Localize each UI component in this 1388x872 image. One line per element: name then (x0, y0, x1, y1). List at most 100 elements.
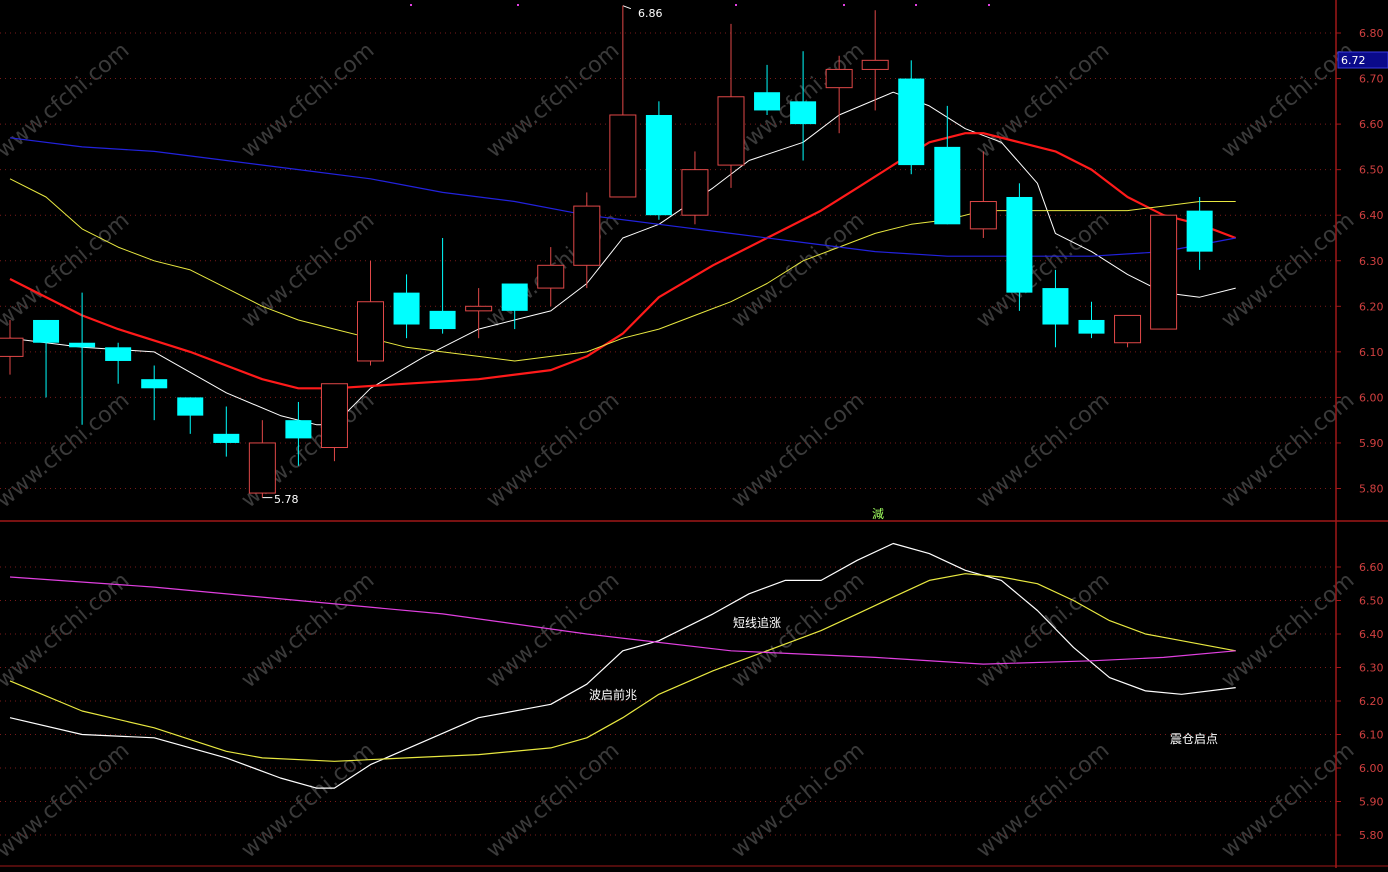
watermark-text: www.cfchi.com (727, 208, 869, 333)
top-marker-dot (517, 4, 519, 6)
main-tick-label: 6.60 (1359, 118, 1384, 131)
candle-up (248, 420, 276, 498)
watermark-text: www.cfchi.com (482, 738, 624, 863)
main-tick-label: 6.50 (1359, 164, 1384, 177)
candle-down (429, 237, 456, 334)
chart-window: www.cfchi.com www.cfchi.com www.cfchi.com w… (0, 0, 1388, 868)
sub-tick-label: 6.00 (1359, 762, 1384, 775)
candle-body (1006, 196, 1033, 293)
main-tick-label: 5.90 (1359, 437, 1384, 450)
watermark-text: www.cfchi.com (972, 38, 1114, 163)
candle-down (105, 342, 132, 384)
watermark-text: www.cfchi.com (1217, 388, 1359, 513)
chart-canvas[interactable]: www.cfchi.com www.cfchi.com www.cfchi.com w… (0, 0, 1388, 868)
main-tick-label: 5.80 (1359, 483, 1384, 496)
candle-up (1114, 314, 1142, 348)
candle-body (681, 169, 709, 216)
candle-body (969, 201, 997, 230)
candle-down (1186, 196, 1213, 270)
candle-down (213, 406, 240, 457)
watermark-text: www.cfchi.com (482, 568, 624, 693)
watermark-text: www.cfchi.com (482, 38, 624, 163)
price-axis: 6.80 6.70 6.60 6.50 6.40 6.30 6.20 6.10 6.00 5.90… (1336, 27, 1384, 842)
watermark-text: www.cfchi.com (1217, 738, 1359, 863)
candle-body (717, 96, 745, 166)
watermark-text: www.cfchi.com (727, 568, 869, 693)
watermark-text: www.cfchi.com (1217, 208, 1359, 333)
candle-body (501, 283, 528, 311)
candle-down (754, 64, 781, 115)
sub-indicator-layer (9, 542, 1236, 789)
watermark-text: www.cfchi.com (237, 568, 379, 693)
sub-tick-label: 5.90 (1359, 796, 1384, 809)
candle-body (285, 420, 312, 439)
sub-label-wave-start: 波启前兆 (589, 687, 637, 702)
candle-body (357, 301, 384, 362)
candle-body (573, 205, 601, 266)
watermark-text: www.cfchi.com (0, 208, 134, 333)
candle-body (1186, 210, 1213, 252)
candle-down (898, 60, 925, 175)
candle-up (969, 151, 997, 238)
candle-body (825, 68, 853, 89)
main-tick-label: 6.00 (1359, 391, 1384, 404)
top-marker-dot (843, 4, 845, 6)
sub-label-short-chase: 短线追涨 (733, 615, 781, 630)
candle-body (1042, 288, 1069, 325)
candle-body (177, 397, 204, 416)
candle-body (537, 264, 565, 289)
candle-up (1150, 214, 1178, 330)
candle-body (105, 347, 132, 361)
price-tag-value: 6.72 (1341, 54, 1366, 67)
candle-down (790, 51, 817, 161)
watermark-layer: www.cfchi.com www.cfchi.com www.cfchi.com w… (0, 38, 1359, 863)
candle-body (645, 114, 672, 216)
sub-tick-label: 5.80 (1359, 829, 1384, 842)
watermark-text: www.cfchi.com (1217, 568, 1359, 693)
signal-label: 減 (872, 506, 884, 521)
candle-up (681, 151, 709, 225)
candle-up (861, 10, 889, 111)
candle-up (609, 5, 637, 198)
candle-up (573, 192, 601, 289)
high-price-label: 6.86 (638, 7, 663, 20)
watermark-text: www.cfchi.com (237, 38, 379, 163)
sub-tick-label: 6.10 (1359, 729, 1384, 742)
candle-up (357, 260, 384, 366)
candle-body (213, 433, 240, 443)
main-tick-label: 6.80 (1359, 27, 1384, 40)
watermark-text: www.cfchi.com (727, 738, 869, 863)
candle-body (1150, 214, 1178, 330)
candle-down (1006, 183, 1033, 311)
main-tick-label: 6.30 (1359, 255, 1384, 268)
candle-body (609, 114, 637, 198)
sub-label-shakeout-start: 震仓启点 (1170, 732, 1218, 746)
candle-body (1078, 319, 1105, 334)
sub-tick-label: 6.40 (1359, 628, 1384, 641)
top-marker-dot (988, 4, 990, 6)
candle-body (861, 59, 889, 70)
candle-body (898, 78, 925, 166)
candle-up (717, 23, 745, 188)
top-marker-dot (915, 4, 917, 6)
candle-down (141, 365, 168, 421)
watermark-text: www.cfchi.com (727, 388, 869, 513)
watermark-text: www.cfchi.com (0, 38, 134, 163)
high-pointer (622, 5, 632, 10)
candle-body (934, 146, 961, 225)
candle-down (177, 397, 204, 434)
sub_yellow-line (9, 573, 1236, 762)
candle-body (754, 92, 781, 111)
top-marker-dot (735, 4, 737, 6)
low-price-label: 5.78 (274, 493, 299, 506)
main-tick-label: 6.10 (1359, 346, 1384, 359)
candle-body (320, 383, 348, 449)
candle-body (1114, 314, 1142, 344)
watermark-text: www.cfchi.com (972, 388, 1114, 513)
watermark-text: www.cfchi.com (0, 568, 134, 693)
candle-body (141, 379, 168, 389)
main-tick-label: 6.70 (1359, 73, 1384, 86)
sub-tick-label: 6.20 (1359, 695, 1384, 708)
candles-layer[interactable] (0, 5, 1213, 498)
annotations-layer: 6.86 5.78 減 波启前兆 短线追涨 震仓启点 6.72 (274, 7, 1388, 746)
